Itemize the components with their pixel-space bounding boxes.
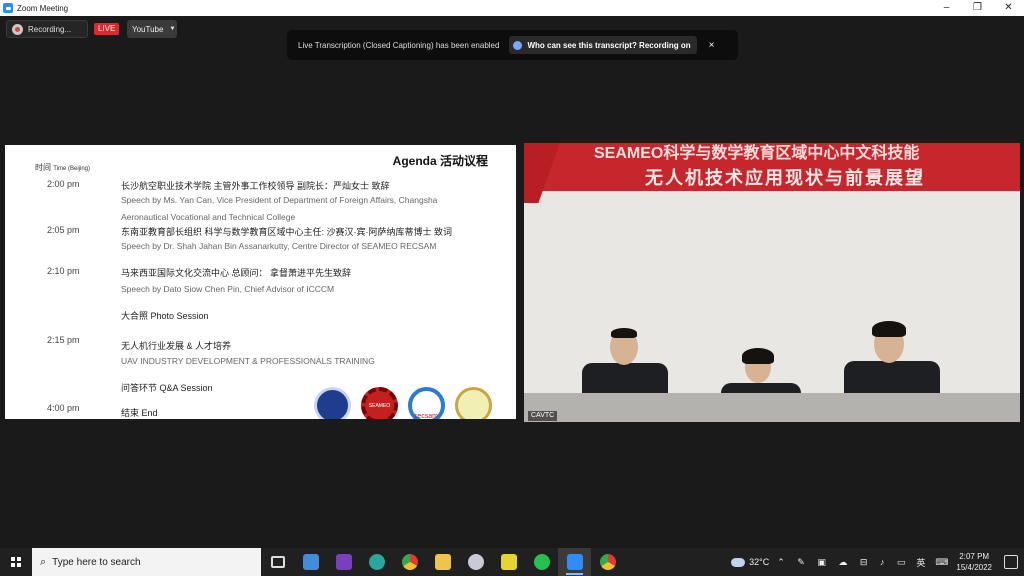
participant-video[interactable]: SEAMEO科学与数学教育区域中心中文科技能 无人机技术应用现状与前景展望 CA… <box>524 143 1020 422</box>
agenda-zh: 马来西亚国际文化交流中心 总顾问： 拿督萧进平先生致辞 <box>121 268 352 278</box>
agenda-time: 2:10 pm <box>47 266 80 276</box>
whatsapp-icon[interactable] <box>525 548 558 576</box>
ime-indicator[interactable]: 英 <box>916 556 925 569</box>
agenda-time: 4:00 pm <box>47 403 80 413</box>
clock-time: 2:07 PM <box>959 552 990 561</box>
window-controls: – ❐ ✕ <box>931 0 1024 16</box>
person-icon <box>513 40 523 50</box>
chrome-icon[interactable] <box>393 548 426 576</box>
recording-indicator[interactable]: Recording... <box>6 20 88 38</box>
windows-logo-icon <box>11 557 21 567</box>
agenda-time: 2:15 pm <box>47 335 80 345</box>
chevron-down-icon: ▼ <box>169 26 176 32</box>
clock-date: 15/4/2022 <box>956 563 992 572</box>
taskbar-search[interactable]: ⌕ Type here to search <box>32 548 261 576</box>
shared-screen-slide: Agenda 活动议程 时间 Time (Beijing) 2:00 pm 长沙… <box>5 145 516 419</box>
speaker-right-hair <box>872 321 906 337</box>
weather-widget[interactable]: 32°C <box>731 557 769 567</box>
seameo-logo: SEAMEO <box>361 387 398 419</box>
slide-title: Agenda 活动议程 <box>392 154 488 168</box>
icccm-logo <box>455 387 492 419</box>
time-header-label: 时间 <box>35 163 51 172</box>
notification-message: Live Transcription (Closed Captioning) h… <box>298 40 500 50</box>
keyboard-icon[interactable]: ⌨ <box>935 557 948 568</box>
agenda-en: Speech by Dato Siow Chen Pin, Chief Advi… <box>121 284 335 294</box>
mail-icon[interactable] <box>294 548 327 576</box>
zoom-taskbar-icon[interactable] <box>558 548 591 576</box>
close-notification-icon[interactable]: × <box>709 40 715 51</box>
agenda-time: 2:00 pm <box>47 179 80 189</box>
time-header-sub: Time (Beijing) <box>53 166 91 172</box>
onenote-icon[interactable] <box>327 548 360 576</box>
agenda-en2: Aeronautical Vocational and Technical Co… <box>121 212 296 222</box>
agenda-zh: 长沙航空职业技术学院 主管外事工作校领导 副院长：严灿女士 致辞 <box>121 181 390 191</box>
transcription-notification: Live Transcription (Closed Captioning) h… <box>287 30 738 60</box>
banner-line-1: SEAMEO科学与数学教育区域中心中文科技能 <box>594 145 920 162</box>
agenda-en: UAV INDUSTRY DEVELOPMENT & PROFESSIONALS… <box>121 356 375 366</box>
recsam-logo: recsam <box>408 387 445 419</box>
sticky-notes-icon[interactable] <box>492 548 525 576</box>
weather-temp: 32°C <box>749 557 770 567</box>
restore-icon[interactable]: ❐ <box>962 0 993 16</box>
red-banner: SEAMEO科学与数学教育区域中心中文科技能 无人机技术应用现状与前景展望 <box>524 143 1020 191</box>
stream-target-label: YouTube <box>132 24 164 34</box>
agenda-zh: 大合照 Photo Session <box>121 311 209 321</box>
app-icon[interactable] <box>459 548 492 576</box>
meeting-stage: Recording... LIVE YouTube ▼ Live Transcr… <box>0 16 1024 546</box>
agenda-time: 2:05 pm <box>47 225 80 235</box>
live-badge[interactable]: LIVE <box>94 23 120 35</box>
minimize-icon[interactable]: – <box>931 0 962 16</box>
cloud-icon <box>731 557 746 567</box>
file-explorer-icon[interactable] <box>426 548 459 576</box>
partner-logos: SEAMEO recsam <box>314 387 502 419</box>
recording-label: Recording... <box>28 24 72 34</box>
start-button[interactable] <box>0 548 32 576</box>
edge-icon[interactable] <box>360 548 393 576</box>
search-placeholder: Type here to search <box>52 556 141 568</box>
recording-icon <box>12 23 23 35</box>
chrome-profile-icon[interactable] <box>591 548 624 576</box>
task-view-icon[interactable] <box>261 548 294 576</box>
participant-name-tag: CAVTC <box>528 411 558 421</box>
table <box>524 393 1020 422</box>
window-titlebar: Zoom Meeting – ❐ ✕ <box>0 0 1024 16</box>
cavtc-logo <box>314 387 351 419</box>
speaker-left-hair <box>611 328 637 338</box>
agenda-zh: 结束 End <box>121 408 158 418</box>
agenda-zh: 问答环节 Q&A Session <box>121 383 213 393</box>
tray-icons[interactable]: ⌃ ✎ ▣ ☁ ⊟ ♪ ▭ <box>777 557 910 568</box>
stream-target-dropdown[interactable]: YouTube ▼ <box>127 20 177 38</box>
zoom-logo-icon <box>3 3 13 13</box>
close-icon[interactable]: ✕ <box>993 0 1024 16</box>
agenda-zh: 无人机行业发展 & 人才培养 <box>121 341 232 351</box>
window-title: Zoom Meeting <box>17 3 69 13</box>
search-icon: ⌕ <box>40 555 47 568</box>
time-header: 时间 Time (Beijing) <box>35 162 90 173</box>
notification-icon[interactable] <box>1004 555 1018 569</box>
who-can-see-button[interactable]: Who can see this transcript? Recording o… <box>509 36 697 54</box>
clock[interactable]: 2:07 PM 15/4/2022 <box>956 551 992 573</box>
agenda-en: Speech by Ms. Yan Can, Vice President of… <box>121 195 438 205</box>
windows-taskbar: ⌕ Type here to search 32°C ⌃ ✎ ▣ ☁ ⊟ ♪ ▭… <box>0 548 1024 576</box>
agenda-en: Speech by Dr. Shah Jahan Bin Assanarkutt… <box>121 241 437 251</box>
speaker-center-hair <box>742 348 774 364</box>
system-tray: 32°C ⌃ ✎ ▣ ☁ ⊟ ♪ ▭ 英 ⌨ 2:07 PM 15/4/2022 <box>731 548 1024 576</box>
banner-line-2: 无人机技术应用现状与前景展望 <box>645 168 925 188</box>
agenda-zh: 东南亚教育部长组织 科学与数学教育区域中心主任: 沙赛汉·宾·阿萨纳库蒂博士 致… <box>121 227 452 237</box>
who-can-see-label: Who can see this transcript? Recording o… <box>527 40 691 50</box>
